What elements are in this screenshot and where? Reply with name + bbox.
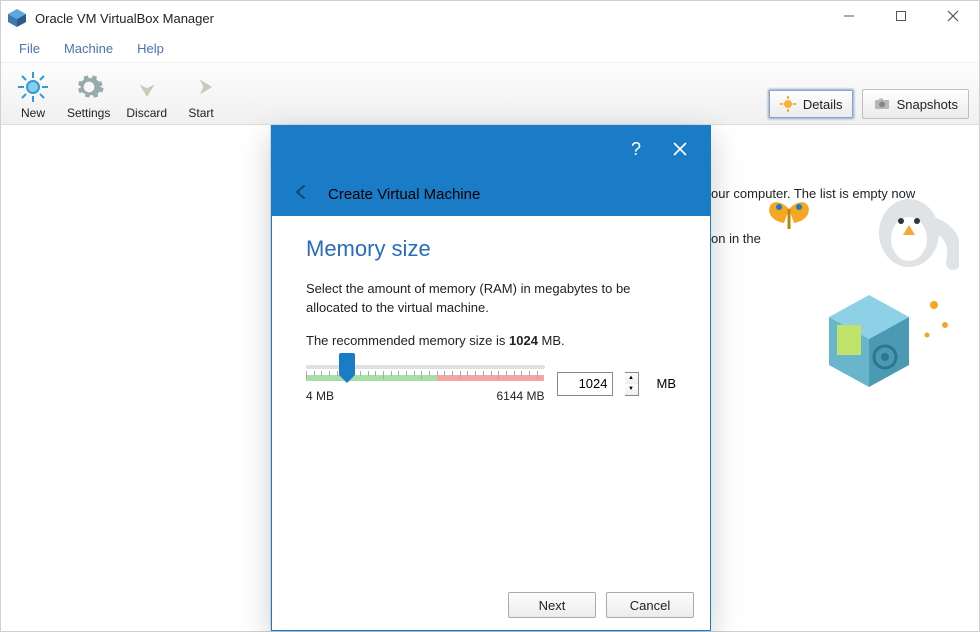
right-btn-label: Snapshots	[897, 97, 958, 112]
right-btn-label: Details	[803, 97, 843, 112]
memory-slider[interactable]: 4 MB 6144 MB	[306, 365, 545, 403]
sun-icon	[16, 70, 50, 104]
rec-value: 1024	[509, 333, 538, 348]
start-button[interactable]: Start	[175, 66, 227, 122]
dialog-title: Create Virtual Machine	[328, 186, 480, 203]
slider-max-label: 6144 MB	[496, 389, 544, 403]
memory-slider-row: 4 MB 6144 MB ▲ ▼ MB	[306, 365, 676, 403]
menu-help[interactable]: Help	[125, 39, 176, 58]
dialog-body: Memory size Select the amount of memory …	[272, 216, 710, 413]
dialog-header: ?	[272, 126, 710, 172]
sun-color-icon	[779, 95, 797, 113]
app-icon	[7, 8, 27, 28]
vm-list[interactable]	[1, 125, 271, 631]
gear-icon	[73, 70, 105, 104]
snapshots-button[interactable]: Snapshots	[862, 89, 969, 119]
memory-unit: MB	[657, 376, 677, 391]
rec-prefix: The recommended memory size is	[306, 333, 509, 348]
dialog-close-button[interactable]	[660, 134, 700, 164]
main-area: our computer. The list is empty now on i…	[1, 125, 979, 631]
next-button[interactable]: Next	[508, 592, 596, 618]
welcome-art	[759, 185, 959, 395]
settings-button[interactable]: Settings	[59, 66, 118, 122]
rec-suffix: MB.	[538, 333, 565, 348]
menu-machine[interactable]: Machine	[52, 39, 125, 58]
dialog-help-button[interactable]: ?	[616, 134, 656, 164]
dialog-recommended-line: The recommended memory size is 1024 MB.	[306, 332, 676, 351]
dialog-subheader: Create Virtual Machine	[272, 172, 710, 216]
details-button[interactable]: Details	[768, 89, 854, 119]
spinner-down-icon[interactable]: ▼	[625, 384, 638, 395]
minimize-button[interactable]	[823, 1, 875, 31]
close-button[interactable]	[927, 1, 979, 31]
slider-thumb[interactable]	[339, 353, 355, 375]
dialog-heading: Memory size	[306, 236, 676, 262]
new-button[interactable]: New	[7, 66, 59, 122]
right-tools: Details Snapshots	[768, 89, 969, 119]
play-arrow-icon	[186, 70, 216, 104]
camera-icon	[873, 95, 891, 113]
back-arrow-icon[interactable]	[292, 183, 310, 206]
toolbar-label: Start	[188, 106, 213, 120]
dialog-description: Select the amount of memory (RAM) in meg…	[306, 280, 676, 318]
memory-input[interactable]	[557, 372, 613, 396]
window-title: Oracle VM VirtualBox Manager	[35, 11, 214, 26]
manager-window: Oracle VM VirtualBox Manager File Machin…	[0, 0, 980, 632]
menu-bar: File Machine Help	[1, 35, 979, 63]
dialog-footer: Next Cancel	[508, 592, 694, 618]
memory-spinner[interactable]: ▲ ▼	[625, 372, 639, 396]
discard-button[interactable]: Discard	[118, 66, 175, 122]
slider-min-label: 4 MB	[306, 389, 334, 403]
toolbar-label: New	[21, 106, 45, 120]
spinner-up-icon[interactable]: ▲	[625, 373, 638, 384]
toolbar: New Settings Discard Start D	[1, 63, 979, 125]
menu-file[interactable]: File	[7, 39, 52, 58]
create-vm-dialog: ? Create Virtual Machine Memory size Sel…	[271, 125, 711, 631]
maximize-button[interactable]	[875, 1, 927, 31]
title-bar: Oracle VM VirtualBox Manager	[1, 1, 979, 35]
window-controls	[823, 1, 979, 31]
toolbar-label: Settings	[67, 106, 110, 120]
toolbar-label: Discard	[126, 106, 167, 120]
down-arrow-icon	[132, 70, 162, 104]
cancel-button[interactable]: Cancel	[606, 592, 694, 618]
